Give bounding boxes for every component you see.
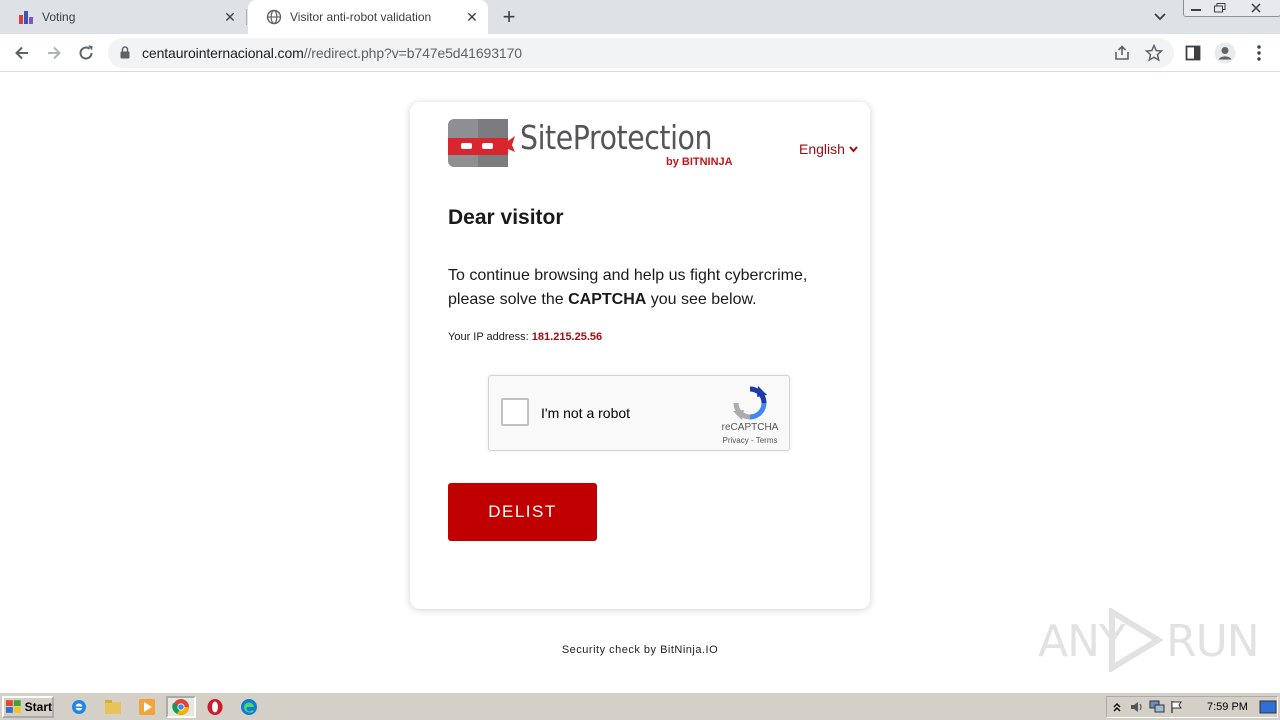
system-tray: 7:59 PM bbox=[1106, 696, 1278, 718]
close-tab-icon[interactable]: ✕ bbox=[464, 9, 480, 25]
tab-visitor-validation[interactable]: Visitor anti-robot validation ✕ bbox=[248, 0, 488, 34]
url-text[interactable]: centaurointernacional.com//redirect.php?… bbox=[142, 45, 522, 61]
restore-button[interactable] bbox=[1208, 0, 1232, 16]
forward-button[interactable] bbox=[42, 41, 66, 65]
page-heading: Dear visitor bbox=[448, 206, 564, 229]
reload-icon bbox=[79, 45, 93, 60]
speaker-icon bbox=[1131, 702, 1142, 712]
ip-value: 181.215.25.56 bbox=[531, 331, 603, 343]
chrome-icon bbox=[172, 699, 189, 715]
instruction-bold: CAPTCHA bbox=[568, 291, 647, 308]
restore-icon bbox=[1214, 3, 1226, 13]
language-label: English bbox=[799, 141, 845, 157]
new-tab-button[interactable]: + bbox=[498, 6, 520, 28]
start-label: Start bbox=[24, 700, 52, 714]
siteprotection-logo: SiteProtection by BITNINJA bbox=[448, 118, 738, 170]
watermark-text-right: RUN bbox=[1166, 616, 1260, 667]
media-player-icon bbox=[139, 699, 155, 715]
tray-network[interactable] bbox=[1147, 698, 1167, 716]
tab-separator bbox=[246, 9, 247, 25]
share-icon[interactable] bbox=[1113, 44, 1131, 62]
taskbar-media[interactable] bbox=[136, 697, 158, 717]
taskbar-opera[interactable] bbox=[204, 697, 226, 717]
ip-address-line: Your IP address: 181.215.25.56 bbox=[448, 331, 602, 343]
tray-expand-button[interactable] bbox=[1107, 698, 1127, 716]
terms-link[interactable]: Terms bbox=[756, 436, 778, 445]
kebab-menu-icon bbox=[1257, 45, 1261, 61]
start-button[interactable]: Start bbox=[2, 696, 54, 718]
tray-action-center[interactable] bbox=[1167, 698, 1187, 716]
edge-icon bbox=[241, 699, 257, 715]
tray-volume[interactable] bbox=[1127, 698, 1147, 716]
taskbar-edge[interactable] bbox=[238, 697, 260, 717]
minimize-icon bbox=[1191, 9, 1201, 11]
tab-search-chevron-icon[interactable] bbox=[1150, 8, 1170, 26]
back-button[interactable] bbox=[10, 41, 34, 65]
network-icon bbox=[1149, 700, 1165, 713]
url-domain: centaurointernacional.com bbox=[142, 45, 304, 61]
forward-arrow-icon bbox=[48, 46, 61, 60]
globe-icon bbox=[266, 9, 282, 25]
ninja-mask-icon bbox=[448, 119, 515, 167]
delist-button[interactable]: DELIST bbox=[448, 483, 597, 541]
side-panel-icon bbox=[1185, 45, 1201, 61]
folder-icon bbox=[105, 700, 121, 714]
chevron-up-icon bbox=[1113, 703, 1121, 712]
recaptcha-logo-icon bbox=[733, 386, 767, 420]
internet-explorer-icon bbox=[72, 700, 86, 714]
logo-text: SiteProtection bbox=[520, 118, 713, 157]
close-icon bbox=[1251, 3, 1261, 13]
minimize-button[interactable] bbox=[1184, 0, 1208, 16]
taskbar-chrome[interactable] bbox=[166, 696, 196, 718]
chevron-down-icon bbox=[849, 145, 858, 153]
taskbar-explorer[interactable] bbox=[102, 697, 124, 717]
lock-icon[interactable] bbox=[120, 46, 130, 59]
show-desktop-icon[interactable] bbox=[1259, 700, 1277, 714]
menu-button[interactable] bbox=[1248, 42, 1270, 64]
recaptcha-widget: I'm not a robot reCAPTCHA Privacy - Term… bbox=[488, 375, 790, 451]
tab-voting[interactable]: Voting ✕ bbox=[0, 0, 246, 34]
recaptcha-brand: reCAPTCHA bbox=[721, 422, 779, 433]
close-tab-icon[interactable]: ✕ bbox=[222, 9, 238, 25]
privacy-link[interactable]: Privacy bbox=[723, 436, 749, 445]
recaptcha-links: Privacy - Terms bbox=[715, 436, 785, 445]
taskbar-ie[interactable] bbox=[68, 697, 90, 717]
instruction-text: To continue browsing and help us fight c… bbox=[448, 264, 838, 312]
close-window-button[interactable] bbox=[1232, 0, 1280, 16]
tab-title: Voting bbox=[42, 10, 76, 24]
chart-logo-icon bbox=[19, 11, 33, 24]
tab-strip: Voting ✕ Visitor anti-robot validation ✕… bbox=[0, 0, 1280, 34]
bookmark-star-icon[interactable] bbox=[1145, 44, 1163, 62]
window-controls bbox=[1183, 0, 1280, 17]
ip-label: Your IP address: bbox=[448, 331, 529, 343]
tab-title: Visitor anti-robot validation bbox=[290, 10, 432, 24]
profile-button[interactable] bbox=[1214, 42, 1236, 64]
reload-button[interactable] bbox=[74, 41, 98, 65]
instruction-part2: you see below. bbox=[650, 291, 757, 308]
taskbar-clock: 7:59 PM bbox=[1207, 701, 1248, 713]
browser-toolbar: centaurointernacional.com//redirect.php?… bbox=[0, 34, 1280, 72]
logo-byline: by BITNINJA bbox=[666, 156, 733, 168]
side-panel-button[interactable] bbox=[1182, 42, 1204, 64]
recaptcha-label: I'm not a robot bbox=[541, 405, 631, 421]
link-separator: - bbox=[748, 436, 756, 445]
recaptcha-checkbox[interactable] bbox=[501, 398, 529, 426]
language-selector[interactable]: English bbox=[799, 141, 858, 157]
anyrun-watermark: ANY RUN bbox=[1038, 606, 1260, 676]
profile-avatar-icon bbox=[1214, 42, 1236, 64]
address-bar[interactable]: centaurointernacional.com//redirect.php?… bbox=[108, 38, 1174, 68]
windows-logo-icon bbox=[6, 700, 21, 713]
taskbar: Start 7:59 PM bbox=[0, 692, 1280, 720]
flag-icon bbox=[1171, 701, 1182, 713]
play-logo-icon bbox=[1109, 608, 1164, 672]
opera-icon bbox=[207, 699, 223, 715]
validation-card: SiteProtection by BITNINJA English Dear … bbox=[410, 102, 870, 609]
url-path: //redirect.php?v=b747e5d41693170 bbox=[303, 45, 522, 61]
back-arrow-icon bbox=[15, 46, 28, 60]
